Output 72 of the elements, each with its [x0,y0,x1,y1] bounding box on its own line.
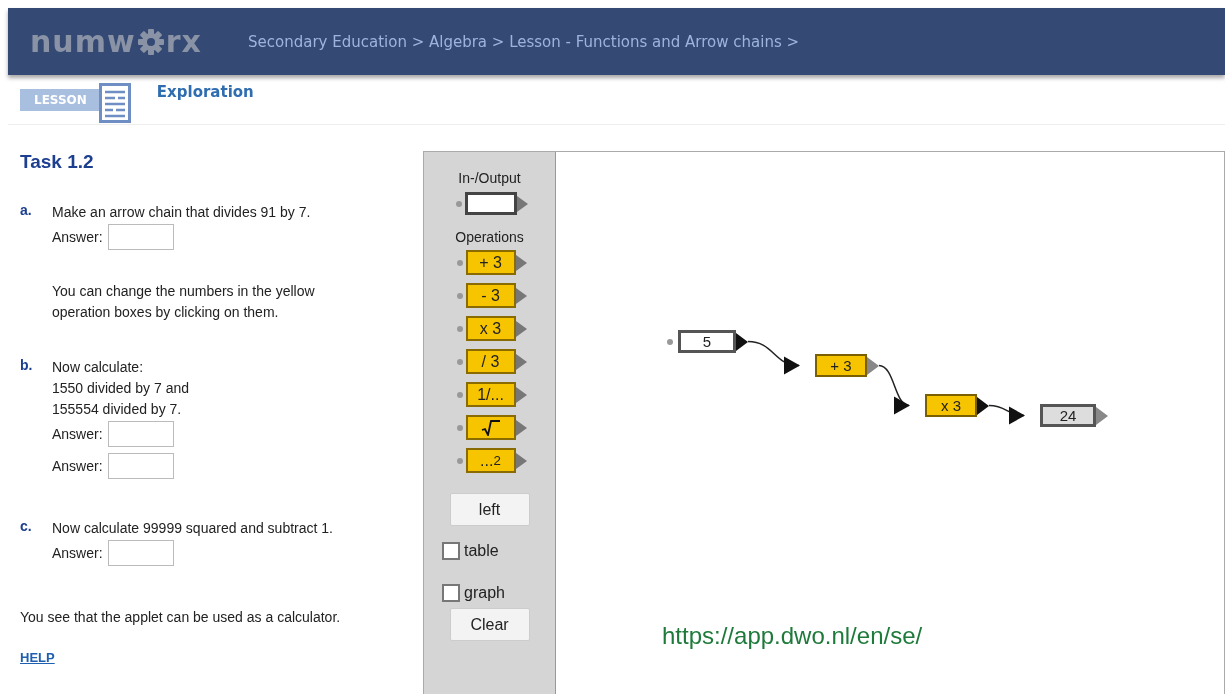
checkbox[interactable] [442,584,460,602]
answer-label: Answer: [52,545,103,561]
logo-text: rx [165,24,202,59]
lesson-badge: LESSON [20,89,99,111]
task-text: Make an arrow chain that divides 91 by 7. [52,203,312,222]
port-dot-icon [456,259,463,266]
port-dot-icon [667,338,673,345]
chain-block[interactable]: 5 [678,330,736,353]
task-title: Task 1.2 [20,151,95,173]
port-dot-icon [456,424,463,431]
operation-block[interactable]: - 3 [465,283,516,308]
chain-block[interactable]: + 3 [815,354,867,377]
task-text: 1550 divided by 7 and [52,379,189,398]
answer-field[interactable] [107,453,174,479]
chain-block[interactable]: x 3 [925,394,977,417]
task-text: Now calculate 99999 squared and subtract 1. [52,519,333,538]
breadcrumb-link[interactable]: Secondary Education > Algebra > Lesson - Functions and Arrow chains > [248,32,800,51]
port-dot-icon [456,292,463,299]
item-letter: b. [20,357,34,375]
port-triangle-icon [736,332,748,351]
port-dot-icon [456,391,463,398]
port-dot-icon [456,325,463,332]
connector-arrow [747,340,800,375]
port-triangle-icon [515,452,527,469]
answer-label: Answer: [52,229,103,245]
port-triangle-icon [515,287,527,304]
operation-block[interactable]: x 3 [465,316,516,341]
connector-arrow [878,364,910,415]
operation-block[interactable]: + 3 [465,250,516,275]
palette-heading: In-/Output [458,170,521,186]
answer-field[interactable] [107,224,174,250]
port-triangle-icon [515,353,527,370]
checkbox[interactable] [442,542,460,560]
square-root-icon [480,419,501,436]
item-letter: a. [20,202,33,220]
port-dot-icon [456,358,463,365]
item-letter: c. [20,518,33,536]
io-block[interactable] [464,192,517,215]
logo-text: numw [30,24,136,59]
operation-block[interactable]: / 3 [465,349,516,374]
url-caption: https://app.dwo.nl/en/se/ [662,622,923,650]
section-title: Exploration [156,83,254,101]
document-icon [98,83,131,123]
port-dot-icon [455,200,462,207]
task-text: Now calculate: [52,358,145,377]
gear-icon [136,27,165,56]
task-paragraph: You can change the numbers in the yellow operation boxes by clicking on them. [52,282,316,322]
answer-field[interactable] [107,540,174,566]
port-triangle-icon [977,396,989,415]
task-text: 155554 divided by 7. [52,400,183,419]
port-triangle-icon [516,195,528,212]
connector-arrow [988,404,1025,425]
port-triangle-icon [515,386,527,403]
port-triangle-icon [867,356,879,375]
checkbox-label: table [464,542,499,560]
port-triangle-icon [515,419,527,436]
chain-block[interactable]: 24 [1040,404,1096,427]
port-triangle-icon [1096,406,1108,425]
port-triangle-icon [515,320,527,337]
port-dot-icon [456,457,463,464]
operation-block[interactable] [465,415,516,440]
checkbox-label: graph [464,584,505,602]
left-button[interactable]: left [449,493,530,526]
answer-field[interactable] [107,421,174,447]
palette-heading: Operations [455,229,524,245]
answer-label: Answer: [52,426,103,442]
clear-button[interactable]: Clear [449,608,530,641]
port-triangle-icon [515,254,527,271]
operation-block[interactable]: 1/... [465,382,516,407]
note-text: You see that the applet can be used as a calculator. [20,608,342,627]
help-link[interactable]: HELP [20,650,55,665]
answer-label: Answer: [52,458,103,474]
